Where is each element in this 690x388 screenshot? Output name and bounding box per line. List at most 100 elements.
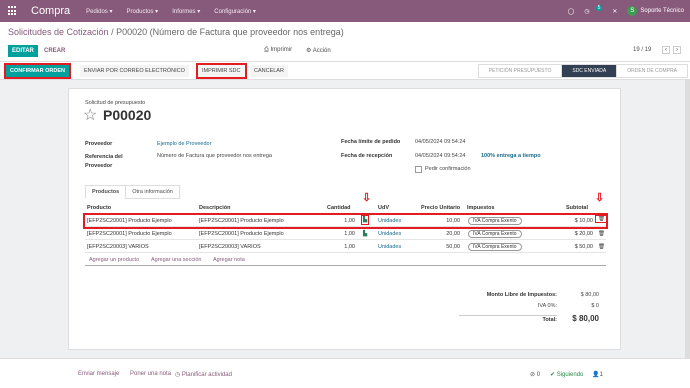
trash-icon[interactable]: 🗑 bbox=[598, 244, 605, 250]
user-name: Soporte Técnico bbox=[640, 8, 684, 14]
table-row[interactable]: [EFP2SC20001] Producto Ejemplo [EFP2SC20… bbox=[83, 213, 608, 229]
pager-next-button[interactable]: › bbox=[673, 46, 681, 54]
table-header: Producto Descripción Cantidad UdV Precio… bbox=[85, 202, 606, 214]
tax-tag[interactable]: IVA Compra Exento bbox=[468, 243, 522, 251]
quantity-cell[interactable]: 1,00 bbox=[325, 218, 355, 224]
ask-confirmation-checkbox[interactable] bbox=[415, 166, 422, 173]
status-bar: CONFIRMAR ORDEN ENVIAR POR CORREO ELECTR… bbox=[0, 62, 690, 80]
create-button[interactable]: CREAR bbox=[40, 45, 69, 57]
col-quantity[interactable]: Cantidad bbox=[327, 205, 351, 211]
stage-bar: PETICIÓN PRESUPUESTO SDC ENVIADA ORDEN D… bbox=[477, 64, 688, 78]
col-product[interactable]: Producto bbox=[87, 205, 111, 211]
following-button[interactable]: ✔ Siguiendo bbox=[550, 371, 583, 378]
scrollbar[interactable] bbox=[685, 80, 690, 388]
tab-products[interactable]: Productos bbox=[85, 185, 127, 199]
confirm-order-button[interactable]: CONFIRMAR ORDEN bbox=[4, 63, 71, 79]
table-row[interactable]: [EFP2SC20001] Producto Ejemplo [EFP2SC20… bbox=[85, 228, 606, 240]
col-price[interactable]: Precio Unitario bbox=[421, 205, 460, 211]
breadcrumb-current: / P00020 (Número de Factura que proveedo… bbox=[108, 27, 344, 37]
activity-badge: 5 bbox=[595, 5, 603, 11]
activity-icon[interactable]: ◷ bbox=[584, 8, 589, 15]
uom-cell[interactable]: Unidades bbox=[378, 244, 401, 250]
trash-icon[interactable]: 🗑 bbox=[598, 231, 605, 237]
send-message-button[interactable]: Enviar mensaje bbox=[78, 371, 119, 377]
add-section-link[interactable]: Agregar una sección bbox=[151, 257, 201, 263]
col-uom[interactable]: UdV bbox=[378, 205, 389, 211]
tax-tag[interactable]: IVA Compra Exento bbox=[468, 230, 522, 238]
schedule-activity-button[interactable]: ◷ Planificar actividad bbox=[175, 371, 232, 378]
quantity-cell[interactable]: 1,00 bbox=[325, 231, 355, 237]
total-label: Total: bbox=[459, 315, 557, 323]
iva-label: IVA 0%: bbox=[537, 303, 557, 309]
user-menu[interactable]: S Soporte Técnico bbox=[627, 6, 684, 16]
add-note-link[interactable]: Agregar nota bbox=[213, 257, 245, 263]
col-subtotal[interactable]: Subtotal bbox=[566, 205, 588, 211]
clock-icon: ◷ bbox=[175, 372, 182, 378]
untaxed-label: Monto Libre de Impuestos: bbox=[486, 292, 557, 298]
price-cell[interactable]: 50,00 bbox=[415, 244, 460, 250]
menu-productos[interactable]: Productos ▾ bbox=[127, 8, 159, 15]
total-amount: $ 80,00 bbox=[572, 314, 599, 323]
edit-button[interactable]: EDITAR bbox=[8, 45, 38, 57]
add-line-row: Agregar un producto Agregar una sección … bbox=[85, 254, 606, 266]
print-rfq-button[interactable]: IMPRIMIR SDC bbox=[196, 63, 247, 79]
form-sheet: Solicitud de presupuesto ☆ P00020 Provee… bbox=[68, 88, 621, 350]
menu-configuracion[interactable]: Configuración ▾ bbox=[214, 8, 256, 15]
price-cell[interactable]: 10,00 bbox=[415, 218, 460, 224]
menu-pedidos[interactable]: Pedidos ▾ bbox=[86, 8, 112, 15]
action-dropdown[interactable]: ⚙ Acción bbox=[306, 47, 331, 54]
ontime-link[interactable]: 100% entrega a tiempo bbox=[481, 153, 541, 159]
close-icon[interactable]: ✕ bbox=[612, 8, 617, 15]
forecast-chart-icon[interactable]: ▙ bbox=[363, 231, 367, 237]
deadline-field[interactable]: 04/05/2024 09:54:24 bbox=[415, 139, 465, 145]
paperclip-icon: ⊘ bbox=[530, 372, 537, 378]
description-cell[interactable]: [EFP2SC20003] VARIOS bbox=[199, 244, 261, 250]
log-note-button[interactable]: Poner una nota bbox=[130, 371, 171, 377]
avatar: S bbox=[627, 6, 638, 16]
vendor-field[interactable]: Ejemplo de Proveedor bbox=[157, 141, 211, 147]
tax-tag[interactable]: IVA Compra Exento bbox=[468, 217, 522, 225]
description-cell[interactable]: [EFP2SC20001] Producto Ejemplo bbox=[199, 231, 284, 237]
stage-draft: PETICIÓN PRESUPUESTO bbox=[477, 64, 563, 78]
discuss-icon[interactable]: ◯ bbox=[568, 8, 575, 15]
product-cell[interactable]: [EFP2SC20003] VARIOS bbox=[87, 244, 149, 250]
add-product-link[interactable]: Agregar un producto bbox=[89, 257, 139, 263]
tab-other-info[interactable]: Otra información bbox=[125, 185, 180, 199]
pager: 19 / 19 bbox=[633, 47, 652, 53]
menu-informes[interactable]: Informes ▾ bbox=[172, 8, 200, 15]
app-name: Compra bbox=[31, 5, 71, 17]
trash-icon[interactable]: 🗑 bbox=[595, 215, 608, 223]
star-icon[interactable]: ☆ bbox=[83, 105, 97, 125]
followers-counter[interactable]: 👤1 bbox=[592, 371, 603, 378]
quantity-cell[interactable]: 1,00 bbox=[325, 244, 355, 250]
table-row[interactable]: [EFP2SC20003] VARIOS [EFP2SC20003] VARIO… bbox=[85, 241, 606, 253]
col-taxes[interactable]: Impuestos bbox=[467, 205, 495, 211]
vendor-label: Proveedor bbox=[85, 141, 113, 147]
vendor-ref-field[interactable]: Número de Factura que proveedor nos entr… bbox=[157, 153, 272, 159]
uom-cell[interactable]: Unidades bbox=[378, 218, 401, 224]
breadcrumb-parent[interactable]: Solicitudes de Cotización bbox=[8, 27, 109, 37]
product-cell[interactable]: [EFP2SC20001] Producto Ejemplo bbox=[87, 231, 172, 237]
subtotal-cell: $ 10,00 bbox=[574, 218, 593, 224]
send-email-button[interactable]: ENVIAR POR CORREO ELECTRÓNICO bbox=[80, 65, 189, 77]
receipt-field[interactable]: 04/05/2024 09:54:24 bbox=[415, 153, 465, 159]
description-cell[interactable]: [EFP2SC20001] Producto Ejemplo bbox=[199, 218, 284, 224]
deadline-label: Fecha límite de pedido bbox=[341, 139, 401, 145]
breadcrumb: Solicitudes de Cotización / P00020 (Núme… bbox=[8, 27, 344, 37]
uom-cell[interactable]: Unidades bbox=[378, 231, 401, 237]
product-cell[interactable]: [EFP2SC20001] Producto Ejemplo bbox=[87, 218, 172, 224]
control-panel: Solicitudes de Cotización / P00020 (Núme… bbox=[0, 22, 690, 62]
forecast-chart-icon[interactable]: ▙ bbox=[360, 215, 370, 225]
pager-prev-button[interactable]: ‹ bbox=[662, 46, 670, 54]
price-cell[interactable]: 20,00 bbox=[415, 231, 460, 237]
col-description[interactable]: Descripción bbox=[199, 205, 230, 211]
subtotal-cell: $ 20,00 bbox=[574, 231, 593, 237]
untaxed-amount: $ 80,00 bbox=[580, 292, 599, 298]
ask-confirmation-label: Pedir confirmación bbox=[425, 166, 471, 172]
cancel-button[interactable]: CANCELAR bbox=[250, 65, 288, 77]
apps-menu-icon[interactable] bbox=[8, 6, 18, 16]
chatter-bar: Enviar mensaje Poner una nota ◷ Planific… bbox=[0, 358, 690, 388]
print-dropdown[interactable]: ⎙ Imprimir bbox=[264, 47, 292, 54]
attachment-counter[interactable]: ⊘ 0 bbox=[530, 371, 540, 378]
gear-icon: ⚙ bbox=[306, 48, 313, 54]
